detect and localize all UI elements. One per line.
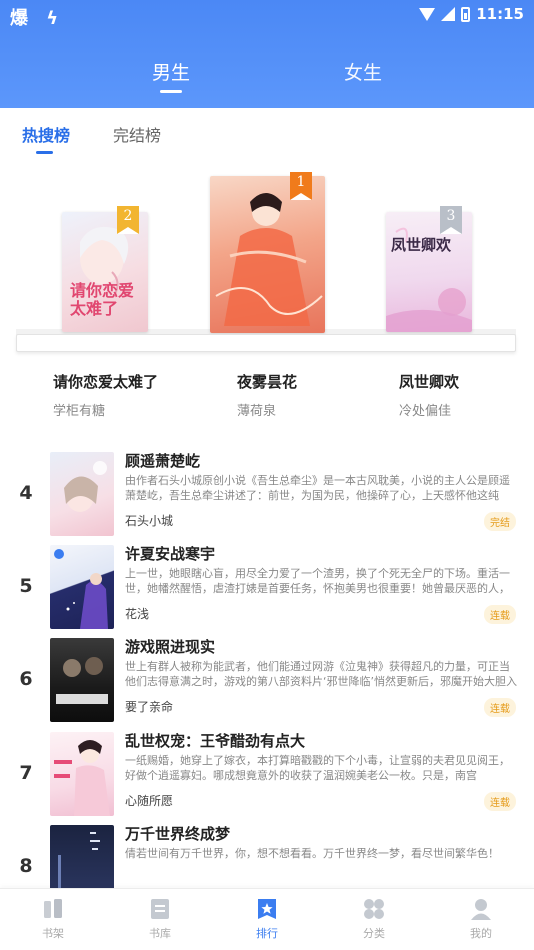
header-bar: 爆 ϟ 11:15 男生 女生 (0, 0, 534, 108)
tab-hot-search[interactable]: 热搜榜 (22, 122, 70, 146)
book-description: 世上有群人被称为能武者，他们能通过网游《泣鬼神》获得超凡的力量，可正当他们志得意… (125, 660, 517, 688)
rank-number: 8 (19, 855, 33, 877)
tab-female[interactable]: 女生 (333, 58, 393, 85)
status-badge: 连载 (484, 792, 516, 811)
rank-tabs: 热搜榜 完结榜 (0, 120, 534, 160)
book-title: 游戏照进现实 (125, 638, 216, 656)
category-icon (362, 897, 386, 921)
book-title: 万千世界终成梦 (125, 825, 231, 843)
book-title: 许夏安战寒宇 (125, 545, 216, 563)
book-author: 石头小城 (125, 514, 174, 528)
nav-profile[interactable]: 我的 (451, 897, 511, 941)
rank-number: 4 (19, 482, 33, 504)
tab-male[interactable]: 男生 (141, 58, 201, 85)
book-cover (50, 732, 114, 816)
nav-library[interactable]: 书库 (130, 897, 190, 941)
status-badge: 完结 (484, 512, 516, 531)
signal-icon (441, 7, 456, 21)
book-cover (50, 452, 114, 536)
nav-bookshelf[interactable]: 书架 (23, 897, 83, 941)
book-title: 顾遥萧楚屹 (125, 452, 201, 470)
rank-badge-2: 2 (117, 206, 139, 234)
book-title: 乱世权宠：王爷醋劲有点大 (125, 732, 306, 750)
status-left-icons: 爆 ϟ (10, 8, 65, 29)
rank-number: 7 (19, 762, 33, 784)
status-badge: 连载 (484, 698, 516, 717)
library-icon (148, 897, 172, 921)
status-badge: 连载 (484, 605, 516, 624)
podium-author-1: 薄荷泉 (237, 404, 277, 419)
podium-title-2[interactable]: 请你恋爱太难了 (53, 371, 158, 392)
rank-badge-3: 3 (440, 206, 462, 234)
profile-icon (469, 897, 493, 921)
status-bar: 爆 ϟ 11:15 (0, 0, 534, 30)
podium-title-3[interactable]: 凤世卿欢 (399, 371, 459, 392)
status-time: 11:15 (476, 5, 524, 23)
list-item[interactable]: 7 乱世权宠：王爷醋劲有点大 一纸赐婚，她穿上了嫁衣，本打算暗戳戳的下个小毒，让… (0, 730, 534, 822)
podium-shelf (16, 334, 516, 352)
book-author: 花浅 (125, 607, 150, 621)
nav-ranking[interactable]: 排行 (237, 897, 297, 941)
cover-title-text: 凤世卿欢 (391, 236, 452, 254)
list-item[interactable]: 5 许夏安战寒宇 上一世，她眼瞎心盲，用尽全力爱了一个渣男，换了个死无全尸的下场… (0, 543, 534, 635)
list-item[interactable]: 4 顾遥萧楚屹 由作者石头小城原创小说《吾生总牵尘》是一本古风耽美，小说的主人公… (0, 450, 534, 542)
rank-number: 6 (19, 668, 33, 690)
book-description: 由作者石头小城原创小说《吾生总牵尘》是一本古风耽美，小说的主人公是顾遥萧楚屹，吾… (125, 474, 510, 502)
rank-tab-indicator (36, 151, 53, 154)
tab-completed[interactable]: 完结榜 (113, 122, 161, 146)
book-cover (50, 545, 114, 629)
bottom-navigation: 书架 书库 排行 分类 我的 (0, 888, 534, 950)
rank-number: 5 (19, 575, 33, 597)
rank-badge-1: 1 (290, 172, 312, 200)
podium-title-1[interactable]: 夜雾昙花 (237, 371, 297, 392)
book-description: 上一世，她眼瞎心盲，用尽全力爱了一个渣男，换了个死无全尸的下场。重活一世，她幡然… (125, 567, 510, 595)
wifi-icon (419, 7, 436, 21)
nav-category[interactable]: 分类 (344, 897, 404, 941)
book-description: 一纸赐婚，她穿上了嫁衣，本打算暗戳戳的下个小毒，让宣弱的夫君见见阅王，好做个逍遥… (125, 754, 510, 782)
book-description: 倩若世间有万千世界，你，想不想看看。万千世界终一梦，看尽世间繁华色！ (125, 847, 499, 860)
tab-active-indicator (160, 90, 182, 93)
podium-author-3: 冷处偏佳 (399, 404, 452, 419)
ranking-star-icon (255, 897, 279, 921)
book-cover (50, 638, 114, 722)
bookshelf-icon (41, 897, 65, 921)
cover-title-text: 请你恋爱太难了 (70, 281, 135, 318)
podium-author-2: 学柜有糖 (53, 404, 106, 419)
list-item[interactable]: 6 游戏照进现实 世上有群人被称为能武者，他们能通过网游《泣鬼神》获得超凡的力量… (0, 636, 534, 728)
book-author: 要了亲命 (125, 700, 174, 714)
battery-icon (461, 6, 471, 22)
book-author: 心随所愿 (125, 794, 174, 808)
gender-tabs: 男生 女生 (0, 58, 534, 98)
